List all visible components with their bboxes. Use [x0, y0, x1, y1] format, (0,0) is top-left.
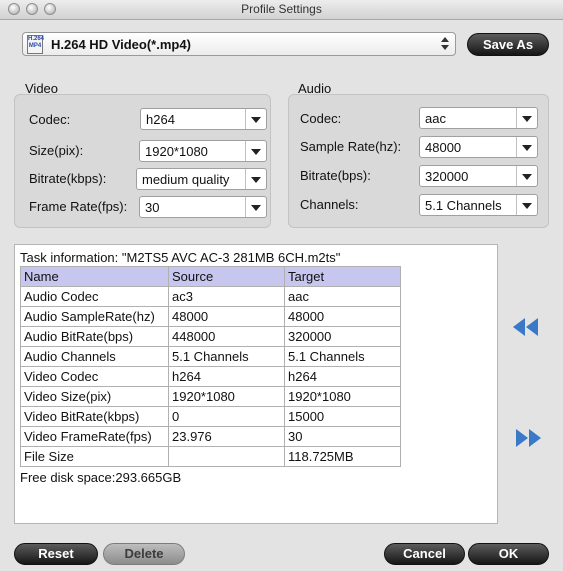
- cell-source: 5.1 Channels: [168, 346, 285, 367]
- task-info-table: Name Source Target Audio Codec ac3 aac A…: [20, 266, 401, 467]
- free-disk-space: Free disk space:293.665GB: [20, 470, 182, 485]
- cancel-button[interactable]: Cancel: [384, 543, 465, 565]
- cell-source: h264: [168, 366, 285, 387]
- column-header-target: Target: [284, 266, 401, 287]
- table-row: Audio BitRate(bps) 448000 320000: [20, 326, 401, 347]
- dropdown-arrow-icon: [245, 141, 266, 161]
- table-row: Audio Codec ac3 aac: [20, 286, 401, 307]
- audio-channels-value: 5.1 Channels: [425, 198, 502, 213]
- table-row: Video BitRate(kbps) 0 15000: [20, 406, 401, 427]
- video-size-label: Size(pix):: [29, 143, 84, 158]
- cell-target: 30: [284, 426, 401, 447]
- video-size-dropdown[interactable]: 1920*1080: [139, 140, 267, 162]
- cell-name: Audio Codec: [20, 286, 169, 307]
- video-framerate-value: 30: [145, 200, 160, 215]
- audio-codec-label: Codec:: [300, 111, 342, 126]
- audio-channels-label: Channels:: [300, 197, 359, 212]
- mp4-file-icon: H.264 MP4: [27, 35, 44, 54]
- task-info-line: Task information: "M2TS5 AVC AC-3 281MB …: [20, 250, 341, 265]
- cell-source: 23.976: [168, 426, 285, 447]
- cell-target: 118.725MB: [284, 446, 401, 467]
- cell-name: File Size: [20, 446, 169, 467]
- cell-name: Video Codec: [20, 366, 169, 387]
- audio-codec-dropdown[interactable]: aac: [419, 107, 538, 129]
- cell-target: 5.1 Channels: [284, 346, 401, 367]
- table-row: Audio SampleRate(hz) 48000 48000: [20, 306, 401, 327]
- title-bar: Profile Settings: [0, 0, 563, 20]
- reset-button[interactable]: Reset: [14, 543, 98, 565]
- cell-source: 1920*1080: [168, 386, 285, 407]
- audio-bitrate-value: 320000: [425, 169, 469, 184]
- audio-channels-dropdown[interactable]: 5.1 Channels: [419, 194, 538, 216]
- cell-name: Audio BitRate(bps): [20, 326, 169, 347]
- column-header-name: Name: [20, 266, 169, 287]
- cell-name: Video FrameRate(fps): [20, 426, 169, 447]
- save-as-button[interactable]: Save As: [467, 33, 549, 56]
- table-row: Video Codec h264 h264: [20, 366, 401, 387]
- cell-source: 48000: [168, 306, 285, 327]
- profile-settings-window: Profile Settings H.264 MP4 H.264 HD Vide…: [0, 0, 563, 571]
- audio-samplerate-dropdown[interactable]: 48000: [419, 136, 538, 158]
- cell-target: 48000: [284, 306, 401, 327]
- table-row: Audio Channels 5.1 Channels 5.1 Channels: [20, 346, 401, 367]
- video-size-value: 1920*1080: [145, 144, 208, 159]
- updown-chevron-icon: [440, 36, 450, 52]
- cell-name: Audio SampleRate(hz): [20, 306, 169, 327]
- audio-samplerate-label: Sample Rate(hz):: [300, 139, 402, 154]
- audio-samplerate-value: 48000: [425, 140, 462, 155]
- table-row: Video Size(pix) 1920*1080 1920*1080: [20, 386, 401, 407]
- double-right-arrow-icon[interactable]: [515, 428, 545, 448]
- video-group-title: Video: [25, 81, 59, 96]
- cell-target: aac: [284, 286, 401, 307]
- table-row: Video FrameRate(fps) 23.976 30: [20, 426, 401, 447]
- cell-target: 1920*1080: [284, 386, 401, 407]
- dropdown-arrow-icon: [516, 137, 537, 157]
- video-bitrate-value: medium quality: [142, 172, 230, 187]
- cell-target: 15000: [284, 406, 401, 427]
- video-codec-value: h264: [146, 112, 175, 127]
- audio-codec-value: aac: [425, 111, 446, 126]
- task-info-panel: Task information: "M2TS5 AVC AC-3 281MB …: [14, 244, 498, 524]
- video-bitrate-label: Bitrate(kbps):: [29, 171, 107, 186]
- video-framerate-dropdown[interactable]: 30: [139, 196, 267, 218]
- dropdown-arrow-icon: [516, 195, 537, 215]
- cell-source: 0: [168, 406, 285, 427]
- profile-format-value: H.264 HD Video(*.mp4): [51, 37, 191, 52]
- cell-source: [168, 446, 285, 467]
- table-row: File Size 118.725MB: [20, 446, 401, 467]
- dropdown-arrow-icon: [245, 197, 266, 217]
- cell-target: h264: [284, 366, 401, 387]
- window-title: Profile Settings: [241, 2, 322, 16]
- dropdown-arrow-icon: [245, 169, 266, 189]
- column-header-source: Source: [168, 266, 285, 287]
- video-codec-label: Codec:: [29, 112, 71, 127]
- cell-name: Video Size(pix): [20, 386, 169, 407]
- audio-bitrate-dropdown[interactable]: 320000: [419, 165, 538, 187]
- double-left-arrow-icon[interactable]: [512, 317, 542, 337]
- video-codec-dropdown[interactable]: h264: [140, 108, 267, 130]
- dropdown-arrow-icon: [245, 109, 266, 129]
- cell-source: ac3: [168, 286, 285, 307]
- cell-target: 320000: [284, 326, 401, 347]
- cell-name: Audio Channels: [20, 346, 169, 367]
- table-header-row: Name Source Target: [20, 266, 401, 287]
- audio-bitrate-label: Bitrate(bps):: [300, 168, 371, 183]
- cell-source: 448000: [168, 326, 285, 347]
- delete-button[interactable]: Delete: [103, 543, 185, 565]
- video-bitrate-dropdown[interactable]: medium quality: [136, 168, 267, 190]
- dropdown-arrow-icon: [516, 166, 537, 186]
- video-framerate-label: Frame Rate(fps):: [29, 199, 128, 214]
- profile-format-select[interactable]: H.264 MP4 H.264 HD Video(*.mp4): [22, 32, 456, 56]
- dropdown-arrow-icon: [516, 108, 537, 128]
- cell-name: Video BitRate(kbps): [20, 406, 169, 427]
- ok-button[interactable]: OK: [468, 543, 549, 565]
- audio-group-title: Audio: [298, 81, 332, 96]
